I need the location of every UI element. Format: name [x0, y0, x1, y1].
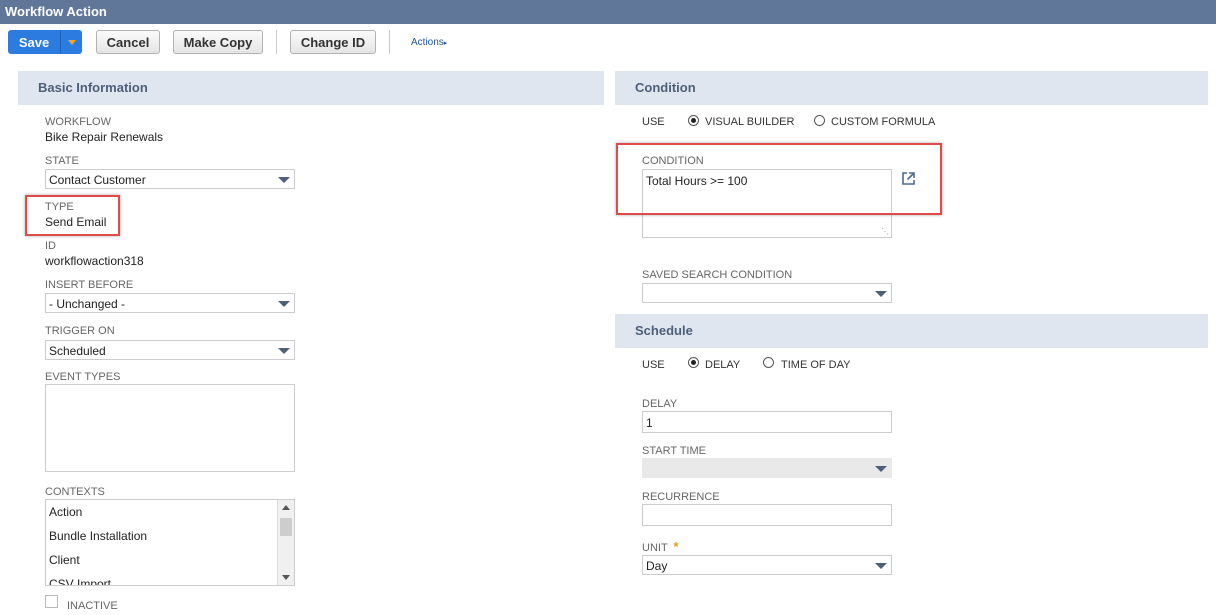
contexts-label: CONTEXTS	[45, 486, 105, 498]
trigger-on-value: Scheduled	[49, 344, 106, 358]
insert-before-value: - Unchanged -	[49, 297, 126, 311]
time-of-day-radio[interactable]	[763, 357, 774, 368]
chevron-down-icon	[875, 291, 887, 297]
time-of-day-label[interactable]: TIME OF DAY	[781, 359, 850, 371]
chevron-down-icon	[875, 563, 887, 569]
basic-information-header: Basic Information	[18, 71, 604, 105]
delay-label: DELAY	[642, 398, 678, 410]
actions-label[interactable]: Actions	[411, 37, 444, 48]
change-id-button[interactable]: Change ID	[290, 30, 376, 54]
state-label: STATE	[45, 155, 79, 167]
recurrence-input[interactable]	[642, 504, 892, 526]
chevron-down-icon	[875, 466, 887, 472]
unit-label-text: UNIT	[642, 542, 668, 554]
workflow-label: WORKFLOW	[45, 116, 111, 128]
contexts-listbox[interactable]: Action Bundle Installation Client CSV Im…	[45, 499, 295, 586]
id-value: workflowaction318	[45, 254, 144, 268]
saved-search-condition-label: SAVED SEARCH CONDITION	[642, 269, 793, 281]
basic-information-title: Basic Information	[38, 80, 148, 95]
condition-use-label: USE	[642, 116, 665, 128]
state-select[interactable]: Contact Customer	[45, 169, 295, 189]
scroll-up-icon[interactable]	[282, 505, 290, 510]
save-dropdown-arrow[interactable]	[61, 30, 82, 54]
inactive-checkbox[interactable]	[45, 595, 58, 608]
required-mark: *	[673, 539, 679, 554]
chevron-down-icon	[278, 301, 290, 307]
delay-input-value: 1	[646, 416, 653, 430]
type-highlight-box	[25, 195, 120, 236]
schedule-use-label: USE	[642, 359, 665, 371]
contexts-scrollbar[interactable]	[277, 500, 294, 585]
id-label: ID	[45, 240, 56, 252]
save-button-label[interactable]: Save	[8, 30, 61, 54]
start-time-label: START TIME	[642, 445, 706, 457]
cancel-button[interactable]: Cancel	[96, 30, 160, 54]
workflow-value: Bike Repair Renewals	[45, 130, 164, 144]
unit-select[interactable]: Day	[642, 555, 892, 575]
schedule-title: Schedule	[635, 323, 693, 338]
event-types-multiselect[interactable]	[45, 384, 295, 472]
save-button[interactable]: Save	[8, 30, 82, 54]
insert-before-label: INSERT BEFORE	[45, 279, 134, 291]
scroll-thumb[interactable]	[280, 518, 292, 536]
delay-radio[interactable]	[688, 357, 699, 368]
list-item[interactable]: CSV Import	[49, 577, 111, 585]
trigger-on-label: TRIGGER ON	[45, 325, 115, 337]
toolbar-divider	[389, 30, 390, 54]
chevron-down-icon	[278, 348, 290, 354]
delay-option-label[interactable]: DELAY	[705, 359, 740, 371]
condition-title: Condition	[635, 80, 696, 95]
event-types-label: EVENT TYPES	[45, 371, 121, 383]
list-item[interactable]: Bundle Installation	[49, 529, 147, 543]
saved-search-condition-select[interactable]	[642, 283, 892, 303]
title-bar: Workflow Action	[0, 0, 1216, 24]
resize-handle-icon[interactable]: ⋱	[881, 227, 889, 236]
unit-select-value: Day	[646, 559, 668, 573]
start-time-select	[642, 458, 892, 478]
list-item[interactable]: Client	[49, 553, 80, 567]
visual-builder-radio[interactable]	[688, 115, 699, 126]
open-external-icon[interactable]	[901, 171, 916, 186]
make-copy-button[interactable]: Make Copy	[173, 30, 263, 54]
inactive-label: INACTIVE	[67, 600, 118, 612]
chevron-down-icon	[67, 39, 76, 45]
page-title: Workflow Action	[5, 4, 107, 19]
scroll-down-icon[interactable]	[282, 575, 290, 580]
chevron-down-icon	[278, 177, 290, 183]
recurrence-label: RECURRENCE	[642, 491, 720, 503]
state-select-value: Contact Customer	[49, 173, 146, 187]
menu-arrow-icon: ▸	[443, 40, 448, 47]
delay-input[interactable]: 1	[642, 411, 892, 433]
actions-menu[interactable]: Actions▸	[411, 37, 447, 48]
toolbar-divider	[276, 30, 277, 54]
insert-before-select[interactable]: - Unchanged -	[45, 293, 295, 313]
schedule-header: Schedule	[615, 314, 1208, 348]
unit-label: UNIT *	[642, 539, 679, 554]
list-item[interactable]: Action	[49, 505, 82, 519]
condition-header: Condition	[615, 71, 1208, 105]
trigger-on-select[interactable]: Scheduled	[45, 340, 295, 360]
custom-formula-radio[interactable]	[814, 115, 825, 126]
condition-highlight-box	[616, 143, 942, 215]
custom-formula-label[interactable]: CUSTOM FORMULA	[831, 116, 935, 128]
visual-builder-label[interactable]: VISUAL BUILDER	[705, 116, 794, 128]
